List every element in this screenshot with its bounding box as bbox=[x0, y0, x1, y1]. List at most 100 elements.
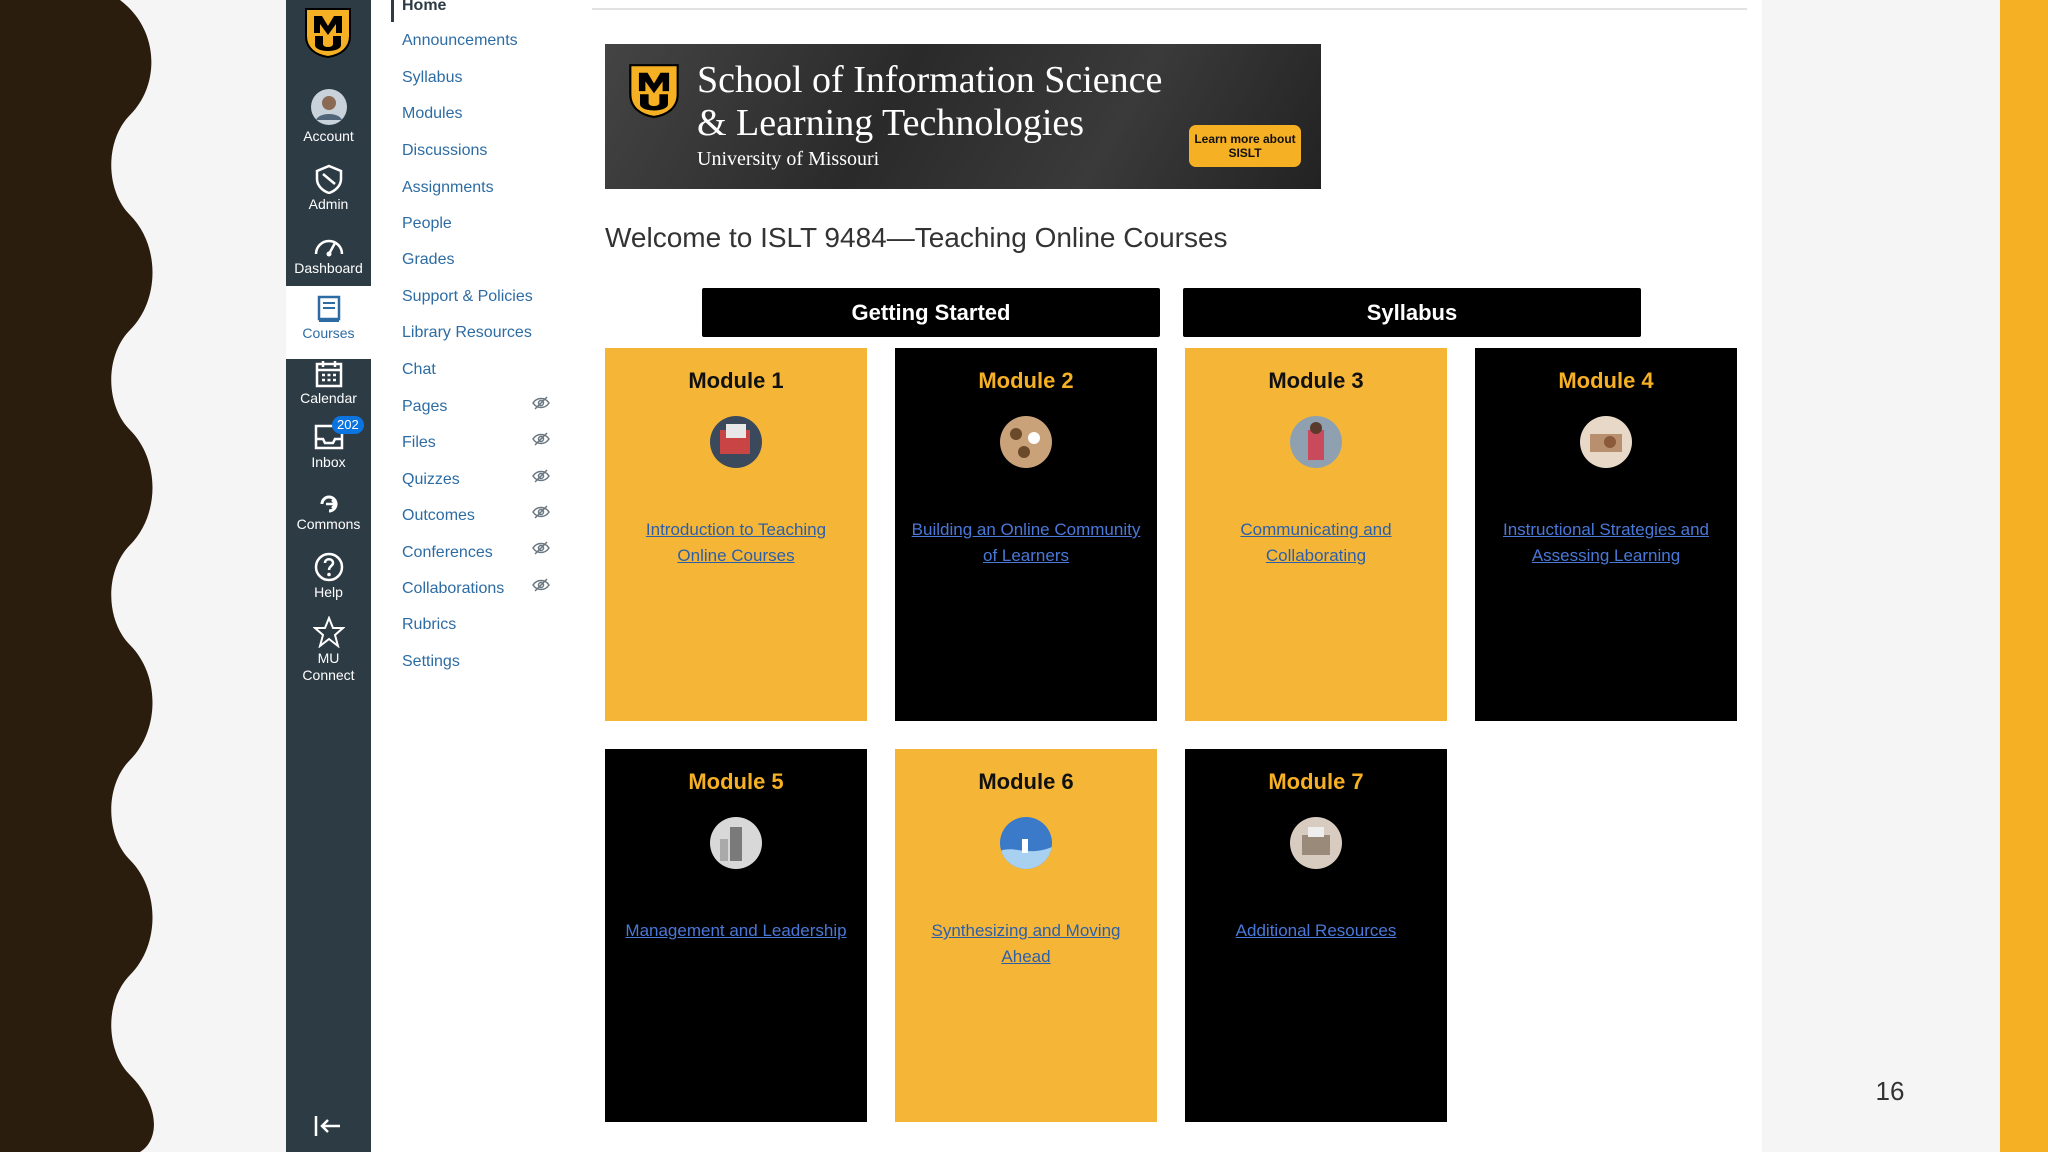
module-6-link[interactable]: Synthesizing and Moving Ahead bbox=[909, 918, 1143, 970]
nav-calendar-label: Calendar bbox=[300, 390, 357, 406]
dashboard-icon bbox=[314, 239, 343, 257]
hidden-eye-icon bbox=[532, 541, 550, 555]
nav-admin[interactable]: Admin bbox=[286, 164, 371, 213]
hidden-eye-icon bbox=[532, 505, 550, 519]
module-3-title: Module 3 bbox=[1268, 368, 1364, 393]
course-nav-quizzes[interactable]: Quizzes bbox=[402, 471, 460, 489]
module-1-thumbnail-icon bbox=[710, 416, 762, 468]
banner-title-line-1: School of Information Science bbox=[697, 59, 1163, 101]
module-4-link[interactable]: Instructional Strategies and Assessing L… bbox=[1489, 517, 1723, 569]
module-3-card: Module 3 Communicating and Collaborating bbox=[1185, 348, 1447, 721]
banner-subtitle: University of Missouri bbox=[697, 148, 880, 170]
wavy-border-decoration bbox=[0, 0, 154, 1152]
module-5-link[interactable]: Management and Leadership bbox=[619, 918, 853, 944]
module-7-thumbnail-icon bbox=[1290, 817, 1342, 869]
course-nav-files[interactable]: Files bbox=[402, 434, 436, 452]
course-nav-grades[interactable]: Grades bbox=[402, 251, 454, 269]
module-2-thumbnail-icon bbox=[1000, 416, 1052, 468]
nav-calendar[interactable]: Calendar bbox=[286, 360, 371, 407]
module-5-title: Module 5 bbox=[688, 769, 784, 794]
learn-more-button[interactable]: Learn more about SISLT bbox=[1189, 125, 1301, 167]
page-title: Welcome to ISLT 9484—Teaching Online Cou… bbox=[605, 222, 1228, 253]
collapse-nav-icon[interactable] bbox=[312, 1114, 344, 1138]
module-4-thumbnail-icon bbox=[1580, 416, 1632, 468]
gold-side-strip bbox=[2000, 0, 2048, 1152]
help-icon bbox=[314, 552, 343, 582]
course-nav-conferences[interactable]: Conferences bbox=[402, 544, 493, 562]
module-3-thumbnail-icon bbox=[1290, 416, 1342, 468]
course-nav-modules[interactable]: Modules bbox=[402, 105, 462, 123]
calendar-icon bbox=[315, 361, 342, 388]
module-1-title: Module 1 bbox=[688, 368, 784, 393]
nav-courses-label: Courses bbox=[302, 325, 355, 341]
course-nav-settings[interactable]: Settings bbox=[402, 653, 460, 671]
nav-account[interactable]: Account bbox=[286, 88, 371, 145]
course-nav-collaborations[interactable]: Collaborations bbox=[402, 580, 504, 598]
nav-commons-label: Commons bbox=[296, 516, 361, 532]
module-6-card: Module 6 Synthesizing and Moving Ahead bbox=[895, 749, 1157, 1122]
nav-dashboard[interactable]: Dashboard bbox=[286, 232, 371, 277]
module-2-title: Module 2 bbox=[978, 368, 1074, 393]
module-4-title: Module 4 bbox=[1558, 368, 1654, 393]
hidden-eye-icon bbox=[532, 469, 550, 483]
nav-account-label: Account bbox=[303, 128, 354, 144]
course-nav-chat[interactable]: Chat bbox=[402, 361, 436, 379]
module-1-link[interactable]: Introduction to Teaching Online Courses bbox=[619, 517, 853, 569]
nav-help[interactable]: Help bbox=[286, 552, 371, 601]
course-nav-active-indicator bbox=[391, 0, 394, 22]
module-6-thumbnail-icon bbox=[1000, 817, 1052, 869]
nav-help-label: Help bbox=[314, 584, 343, 600]
star-icon bbox=[312, 616, 345, 648]
nav-mu-connect-label: MU bbox=[317, 650, 340, 666]
course-nav-outcomes[interactable]: Outcomes bbox=[402, 507, 475, 525]
nav-inbox[interactable]: 202 Inbox bbox=[286, 416, 371, 471]
module-7-card: Module 7 Additional Resources bbox=[1185, 749, 1447, 1122]
mizzou-logo-icon bbox=[629, 64, 679, 118]
course-nav-people[interactable]: People bbox=[402, 215, 452, 233]
syllabus-button[interactable]: Syllabus bbox=[1183, 288, 1641, 337]
course-nav-announcements[interactable]: Announcements bbox=[402, 32, 518, 50]
canvas-screenshot: Account Admin Dashboard Courses Calendar… bbox=[286, 0, 1762, 1152]
nav-commons[interactable]: Commons bbox=[286, 494, 371, 533]
course-nav-pages[interactable]: Pages bbox=[402, 398, 447, 416]
module-2-card: Module 2 Building an Online Community of… bbox=[895, 348, 1157, 721]
module-2-link[interactable]: Building an Online Community of Learners bbox=[909, 517, 1143, 569]
module-5-card: Module 5 Management and Leadership bbox=[605, 749, 867, 1122]
course-nav-rubrics[interactable]: Rubrics bbox=[402, 616, 456, 634]
module-3-link[interactable]: Communicating and Collaborating bbox=[1199, 517, 1433, 569]
nav-mu-connect-label-2: Connect bbox=[302, 667, 355, 683]
getting-started-button[interactable]: Getting Started bbox=[702, 288, 1160, 337]
banner-title-line-2: & Learning Technologies bbox=[697, 102, 1085, 144]
module-6-title: Module 6 bbox=[978, 769, 1074, 794]
shield-icon bbox=[315, 164, 342, 194]
course-nav-discussions[interactable]: Discussions bbox=[402, 142, 487, 160]
slide-number: 16 bbox=[1875, 1076, 1905, 1106]
commons-icon bbox=[320, 495, 338, 513]
avatar-icon bbox=[310, 89, 347, 125]
nav-courses[interactable]: Courses bbox=[286, 286, 371, 359]
course-nav-home[interactable]: Home bbox=[402, 0, 446, 15]
course-nav-library-resources[interactable]: Library Resources bbox=[402, 324, 532, 342]
module-4-card: Module 4 Instructional Strategies and As… bbox=[1475, 348, 1737, 721]
nav-mu-connect[interactable]: MU Connect bbox=[286, 616, 371, 684]
nav-inbox-label: Inbox bbox=[311, 454, 346, 470]
nav-dashboard-label: Dashboard bbox=[294, 260, 363, 276]
nav-admin-label: Admin bbox=[308, 196, 349, 212]
sislt-banner[interactable]: School of Information Science & Learning… bbox=[605, 44, 1321, 189]
module-1-card: Module 1 Introduction to Teaching Online… bbox=[605, 348, 867, 721]
mizzou-logo-icon[interactable] bbox=[303, 6, 353, 58]
course-nav-assignments[interactable]: Assignments bbox=[402, 179, 494, 197]
course-nav-syllabus[interactable]: Syllabus bbox=[402, 69, 462, 87]
hidden-eye-icon bbox=[532, 396, 550, 410]
module-7-link[interactable]: Additional Resources bbox=[1199, 918, 1433, 944]
hidden-eye-icon bbox=[532, 432, 550, 446]
courses-icon bbox=[317, 295, 340, 322]
course-nav bbox=[371, 0, 581, 1152]
course-nav-support-policies[interactable]: Support & Policies bbox=[402, 288, 533, 306]
module-7-title: Module 7 bbox=[1268, 769, 1364, 794]
global-nav: Account Admin Dashboard Courses Calendar… bbox=[286, 0, 371, 1152]
hidden-eye-icon bbox=[532, 578, 550, 592]
module-5-thumbnail-icon bbox=[710, 817, 762, 869]
inbox-unread-badge: 202 bbox=[332, 416, 364, 434]
content-top-divider bbox=[592, 8, 1747, 10]
